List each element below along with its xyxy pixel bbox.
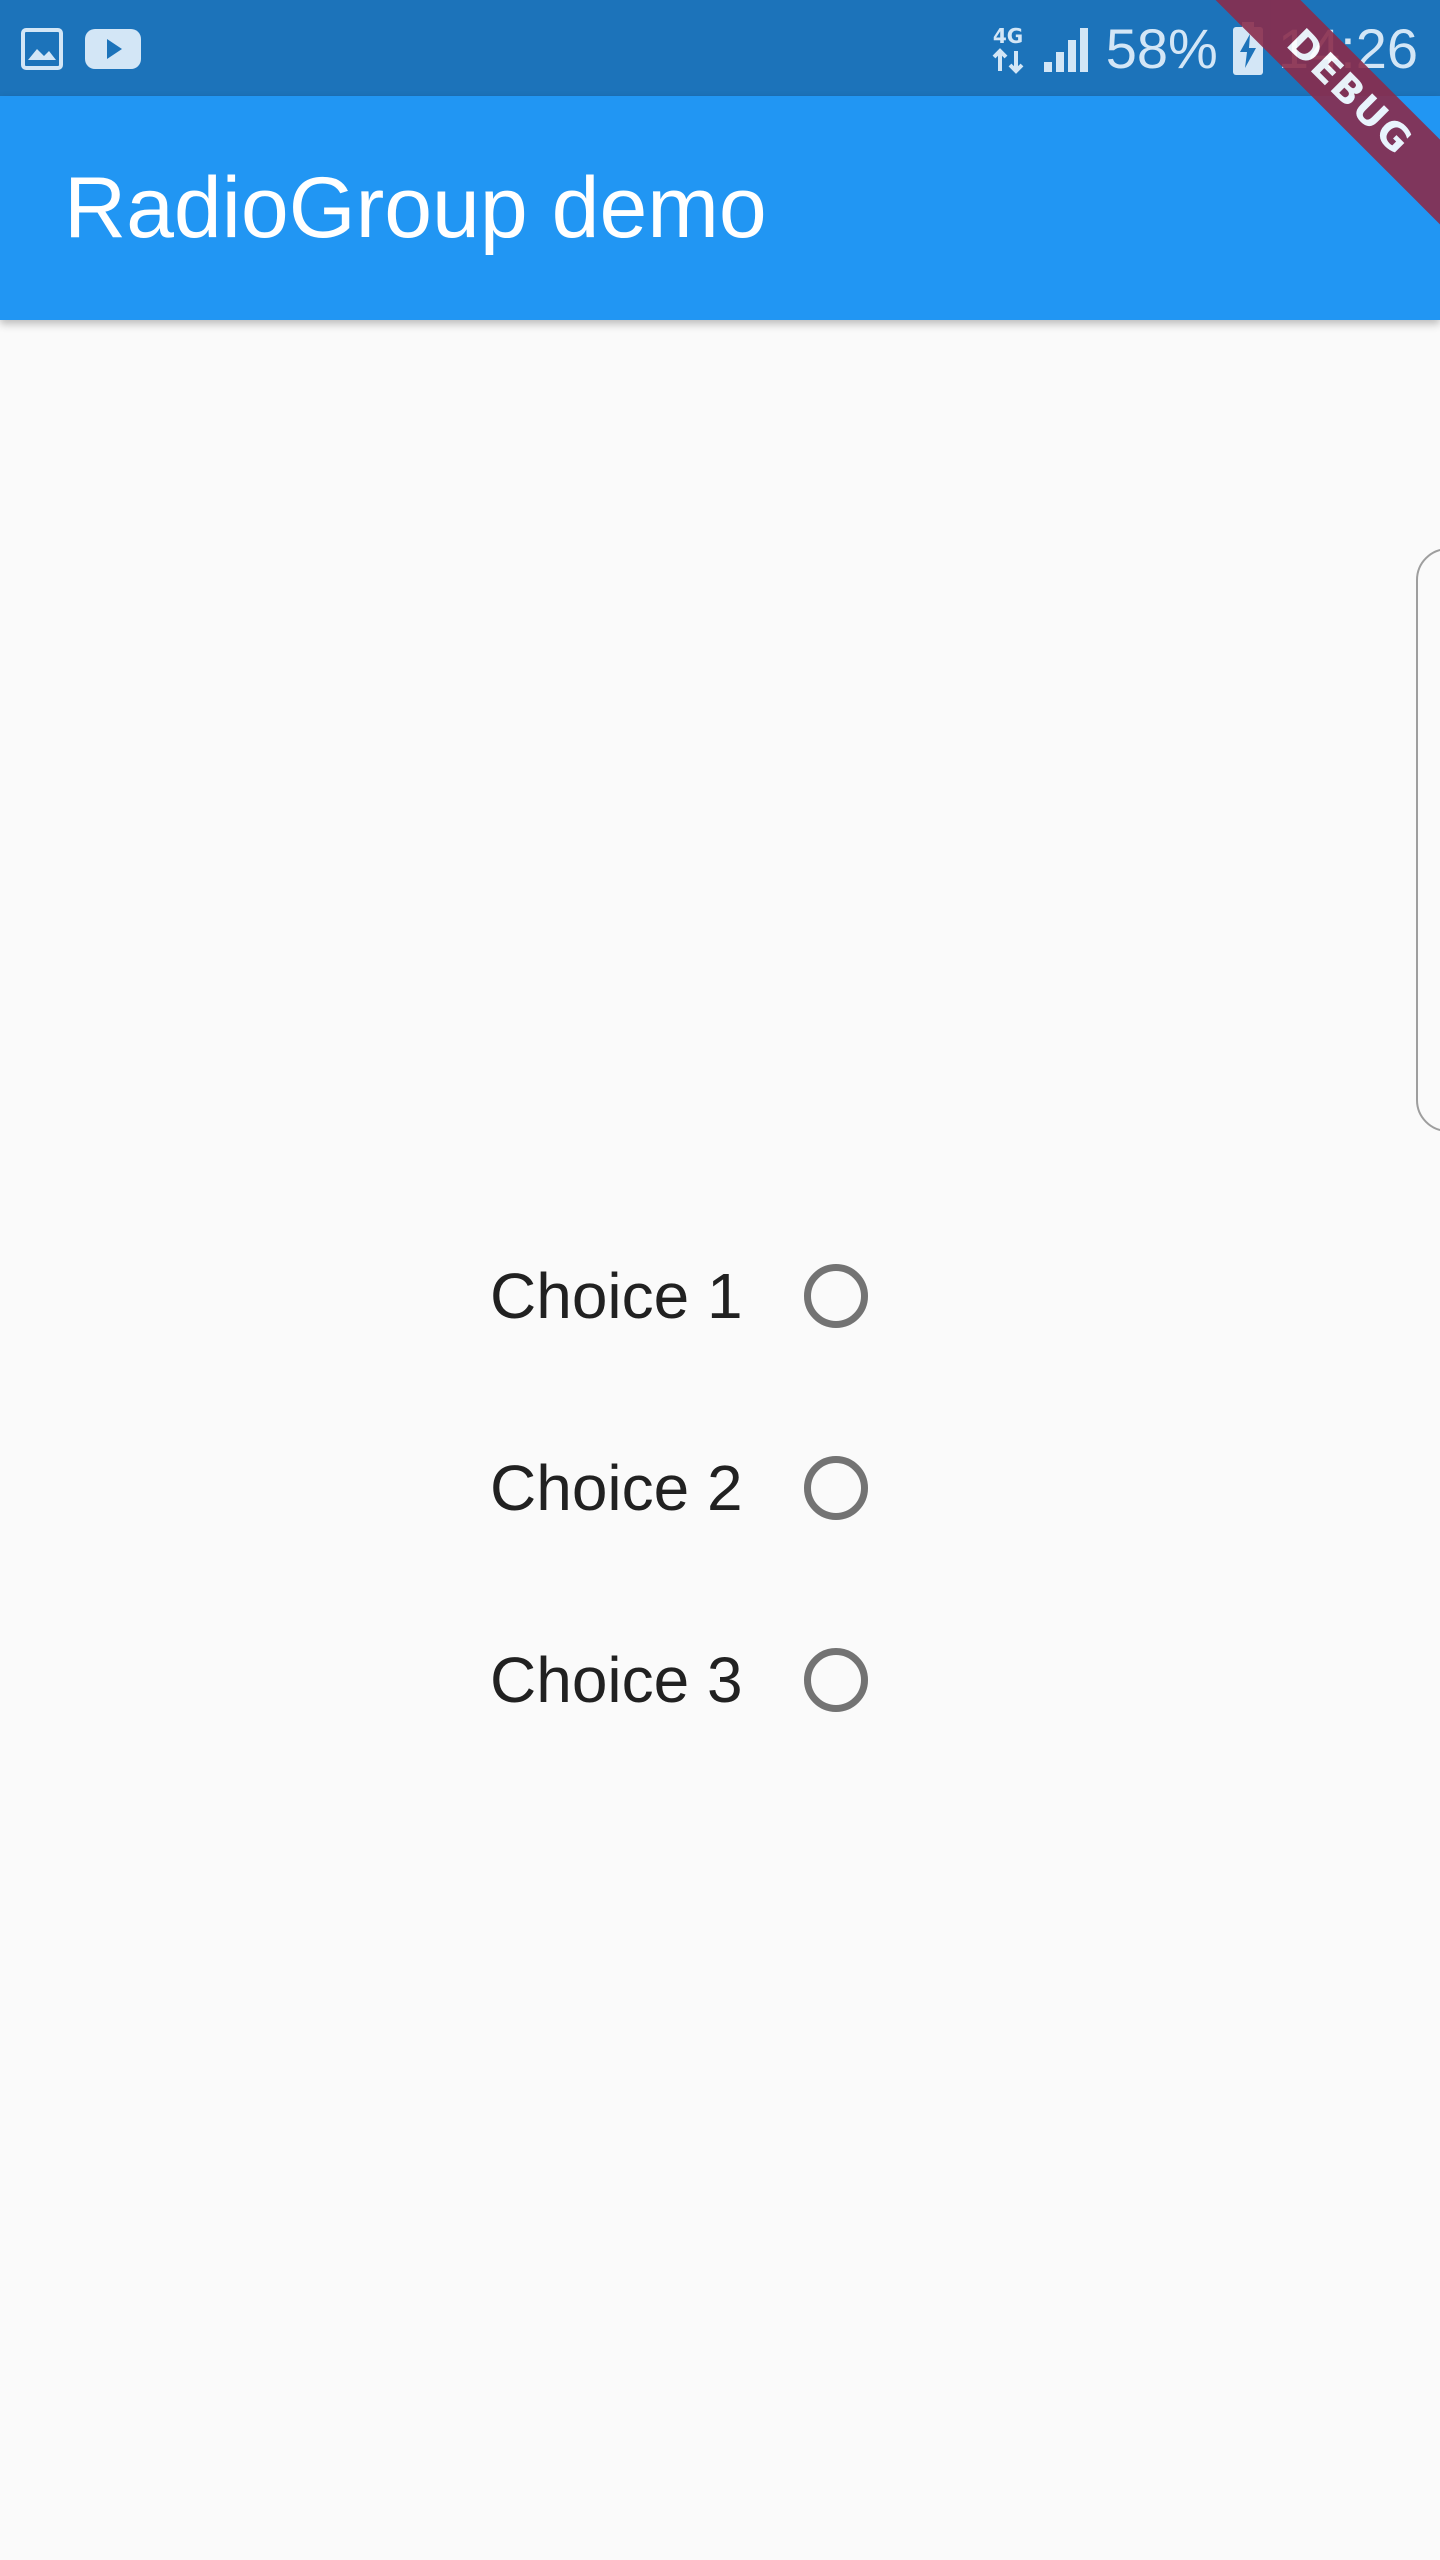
app-bar: RadioGroup demo: [0, 96, 1440, 320]
radio-label: Choice 3: [490, 1644, 743, 1716]
radio-label: Choice 2: [490, 1452, 743, 1524]
status-left-icons: [20, 24, 142, 74]
signal-strength-icon: [1042, 24, 1092, 74]
battery-percent: 58%: [1105, 17, 1218, 80]
radio-option-3[interactable]: Choice 3: [490, 1584, 910, 1776]
svg-text:4G: 4G: [993, 24, 1023, 48]
status-bar: 4G 58% 14:26: [0, 0, 1440, 96]
radio-option-2[interactable]: Choice 2: [490, 1392, 910, 1584]
radio-button[interactable]: [804, 1648, 868, 1712]
page-title: RadioGroup demo: [64, 160, 767, 256]
youtube-icon: [84, 27, 142, 71]
gallery-icon: [20, 27, 64, 71]
edge-panel-handle[interactable]: [1416, 548, 1440, 1132]
radio-button[interactable]: [804, 1456, 868, 1520]
radio-group: Choice 1 Choice 2 Choice 3: [490, 1200, 910, 1776]
radio-label: Choice 1: [490, 1260, 743, 1332]
network-4g-icon: 4G: [988, 23, 1028, 75]
radio-option-1[interactable]: Choice 1: [490, 1200, 910, 1392]
radio-button[interactable]: [804, 1264, 868, 1328]
